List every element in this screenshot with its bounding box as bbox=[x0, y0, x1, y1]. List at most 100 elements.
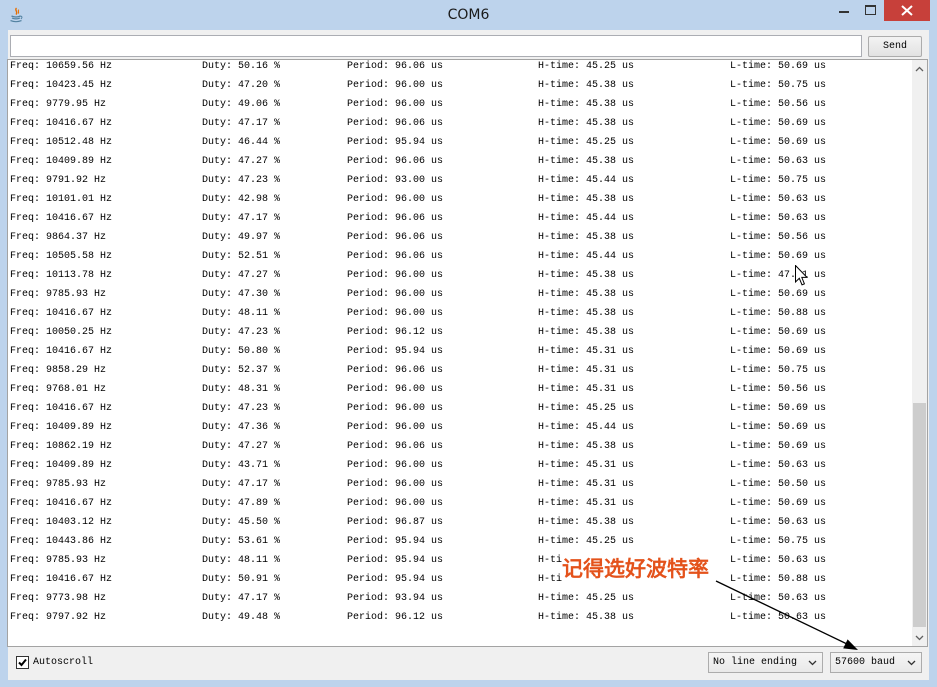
output-line: Freq: 10416.67 Hz Duty: 50.80 % Period: 95… bbox=[10, 342, 910, 361]
serial-output-area[interactable]: Freq: 10659.56 Hz Duty: 50.16 % Period: 96… bbox=[7, 59, 928, 647]
freq-cell: Freq: 9785.93 Hz bbox=[10, 479, 107, 490]
duty-cell: Duty: 47.27 % bbox=[202, 156, 281, 167]
period-cell: Period: 96.12 us bbox=[347, 327, 444, 338]
freq-cell: Freq: 10505.58 Hz bbox=[10, 251, 113, 262]
period-cell: Period: 93.94 us bbox=[347, 593, 444, 604]
h-time-cell: H-ti bbox=[538, 555, 563, 566]
h-time-cell: H-time: 45.44 us bbox=[538, 213, 635, 224]
freq-cell: Freq: 10416.67 Hz bbox=[10, 308, 113, 319]
duty-cell: Duty: 50.16 % bbox=[202, 61, 281, 72]
l-time-cell: L-time: 50.63 us bbox=[730, 517, 827, 528]
output-line: Freq: 10403.12 Hz Duty: 45.50 % Period: 96… bbox=[10, 513, 910, 532]
duty-cell: Duty: 50.80 % bbox=[202, 346, 281, 357]
vertical-scrollbar[interactable] bbox=[912, 60, 927, 646]
output-line: Freq: 9785.93 Hz Duty: 47.17 % Period: 96.… bbox=[10, 475, 910, 494]
h-time-cell: H-time: 45.25 us bbox=[538, 137, 635, 148]
output-line: Freq: 9785.93 Hz Duty: 48.11 % Period: 95.… bbox=[10, 551, 910, 570]
autoscroll-label[interactable]: Autoscroll bbox=[33, 654, 93, 672]
output-line: Freq: 9779.95 Hz Duty: 49.06 % Period: 96.… bbox=[10, 95, 910, 114]
output-line: Freq: 9773.98 Hz Duty: 47.17 % Period: 93.… bbox=[10, 589, 910, 608]
l-time-cell: L-time: 50.75 us bbox=[730, 365, 827, 376]
period-cell: Period: 96.00 us bbox=[347, 403, 444, 414]
output-line: Freq: 10423.45 Hz Duty: 47.20 % Period: 96… bbox=[10, 76, 910, 95]
autoscroll-checkbox[interactable] bbox=[16, 656, 29, 669]
h-time-cell: H-time: 45.44 us bbox=[538, 175, 635, 186]
duty-cell: Duty: 47.23 % bbox=[202, 327, 281, 338]
period-cell: Period: 96.00 us bbox=[347, 99, 444, 110]
l-time-cell: L-time: 50.69 us bbox=[730, 61, 827, 72]
period-cell: Period: 96.12 us bbox=[347, 612, 444, 623]
output-line: Freq: 10409.89 Hz Duty: 47.36 % Period: 96… bbox=[10, 418, 910, 437]
serial-monitor-window: COM6 Send Freq: 10659.56 Hz Duty: 50.16 %… bbox=[0, 0, 937, 687]
l-time-cell: L-time: 50.69 us bbox=[730, 251, 827, 262]
duty-cell: Duty: 50.91 % bbox=[202, 574, 281, 585]
h-time-cell: H-time: 45.44 us bbox=[538, 251, 635, 262]
freq-cell: Freq: 10862.19 Hz bbox=[10, 441, 113, 452]
freq-cell: Freq: 10416.67 Hz bbox=[10, 213, 113, 224]
freq-cell: Freq: 9864.37 Hz bbox=[10, 232, 107, 243]
maximize-button[interactable] bbox=[857, 0, 884, 21]
l-time-cell: L-time: 50.69 us bbox=[730, 327, 827, 338]
h-time-cell: H-time: 45.38 us bbox=[538, 517, 635, 528]
l-time-cell: L-time: 50.56 us bbox=[730, 384, 827, 395]
l-time-cell: L-time: 50.63 us bbox=[730, 213, 827, 224]
duty-cell: Duty: 47.27 % bbox=[202, 441, 281, 452]
output-line: Freq: 10416.67 Hz Duty: 48.11 % Period: 96… bbox=[10, 304, 910, 323]
l-time-cell: L-time: 50.69 us bbox=[730, 118, 827, 129]
output-line: Freq: 9797.92 Hz Duty: 49.48 % Period: 96.… bbox=[10, 608, 910, 627]
title-bar[interactable]: COM6 bbox=[0, 0, 937, 30]
period-cell: Period: 93.00 us bbox=[347, 175, 444, 186]
period-cell: Period: 96.06 us bbox=[347, 232, 444, 243]
freq-cell: Freq: 10416.67 Hz bbox=[10, 498, 113, 509]
h-time-cell: H-time: 45.31 us bbox=[538, 460, 635, 471]
duty-cell: Duty: 43.71 % bbox=[202, 460, 281, 471]
h-time-cell: H-time: 45.38 us bbox=[538, 194, 635, 205]
h-time-cell: H-ti bbox=[538, 574, 563, 585]
scroll-up-button[interactable] bbox=[912, 60, 927, 77]
duty-cell: Duty: 47.17 % bbox=[202, 593, 281, 604]
duty-cell: Duty: 47.20 % bbox=[202, 80, 281, 91]
output-line: Freq: 9791.92 Hz Duty: 47.23 % Period: 93.… bbox=[10, 171, 910, 190]
l-time-cell: L-time: 50.56 us bbox=[730, 99, 827, 110]
freq-cell: Freq: 10416.67 Hz bbox=[10, 346, 113, 357]
freq-cell: Freq: 9785.93 Hz bbox=[10, 289, 107, 300]
output-line: Freq: 10409.89 Hz Duty: 43.71 % Period: 96… bbox=[10, 456, 910, 475]
h-time-cell: H-time: 45.38 us bbox=[538, 118, 635, 129]
send-input[interactable] bbox=[10, 35, 862, 57]
freq-cell: Freq: 9773.98 Hz bbox=[10, 593, 107, 604]
l-time-cell: L-time: 50.69 us bbox=[730, 422, 827, 433]
h-time-cell: H-time: 45.31 us bbox=[538, 498, 635, 509]
h-time-cell: H-time: 45.38 us bbox=[538, 232, 635, 243]
freq-cell: Freq: 9791.92 Hz bbox=[10, 175, 107, 186]
duty-cell: Duty: 52.51 % bbox=[202, 251, 281, 262]
duty-cell: Duty: 47.17 % bbox=[202, 213, 281, 224]
duty-cell: Duty: 49.06 % bbox=[202, 99, 281, 110]
l-time-cell: L-time: 50.75 us bbox=[730, 536, 827, 547]
duty-cell: Duty: 48.11 % bbox=[202, 555, 281, 566]
send-button[interactable]: Send bbox=[868, 36, 922, 57]
l-time-cell: L-time: 50.56 us bbox=[730, 232, 827, 243]
baud-rate-select[interactable]: 57600 baud bbox=[830, 652, 922, 673]
scroll-down-button[interactable] bbox=[912, 629, 927, 646]
period-cell: Period: 96.00 us bbox=[347, 289, 444, 300]
scrollbar-thumb[interactable] bbox=[913, 403, 926, 627]
h-time-cell: H-time: 45.38 us bbox=[538, 612, 635, 623]
freq-cell: Freq: 10416.67 Hz bbox=[10, 403, 113, 414]
window-title: COM6 bbox=[447, 7, 490, 23]
h-time-cell: H-time: 45.38 us bbox=[538, 99, 635, 110]
line-ending-value: No line ending bbox=[713, 657, 798, 668]
chevron-down-icon bbox=[907, 660, 916, 666]
baud-rate-value: 57600 baud bbox=[835, 657, 896, 668]
h-time-cell: H-time: 45.31 us bbox=[538, 479, 635, 490]
duty-cell: Duty: 47.89 % bbox=[202, 498, 281, 509]
freq-cell: Freq: 10512.48 Hz bbox=[10, 137, 113, 148]
output-line: Freq: 10409.89 Hz Duty: 47.27 % Period: 96… bbox=[10, 152, 910, 171]
close-button[interactable] bbox=[884, 0, 930, 21]
freq-cell: Freq: 10416.67 Hz bbox=[10, 574, 113, 585]
l-time-cell: L-time: 50.63 us bbox=[730, 593, 827, 604]
period-cell: Period: 96.06 us bbox=[347, 61, 444, 72]
period-cell: Period: 95.94 us bbox=[347, 137, 444, 148]
minimize-button[interactable] bbox=[830, 0, 857, 21]
freq-cell: Freq: 10659.56 Hz bbox=[10, 61, 113, 72]
line-ending-select[interactable]: No line ending bbox=[708, 652, 823, 673]
